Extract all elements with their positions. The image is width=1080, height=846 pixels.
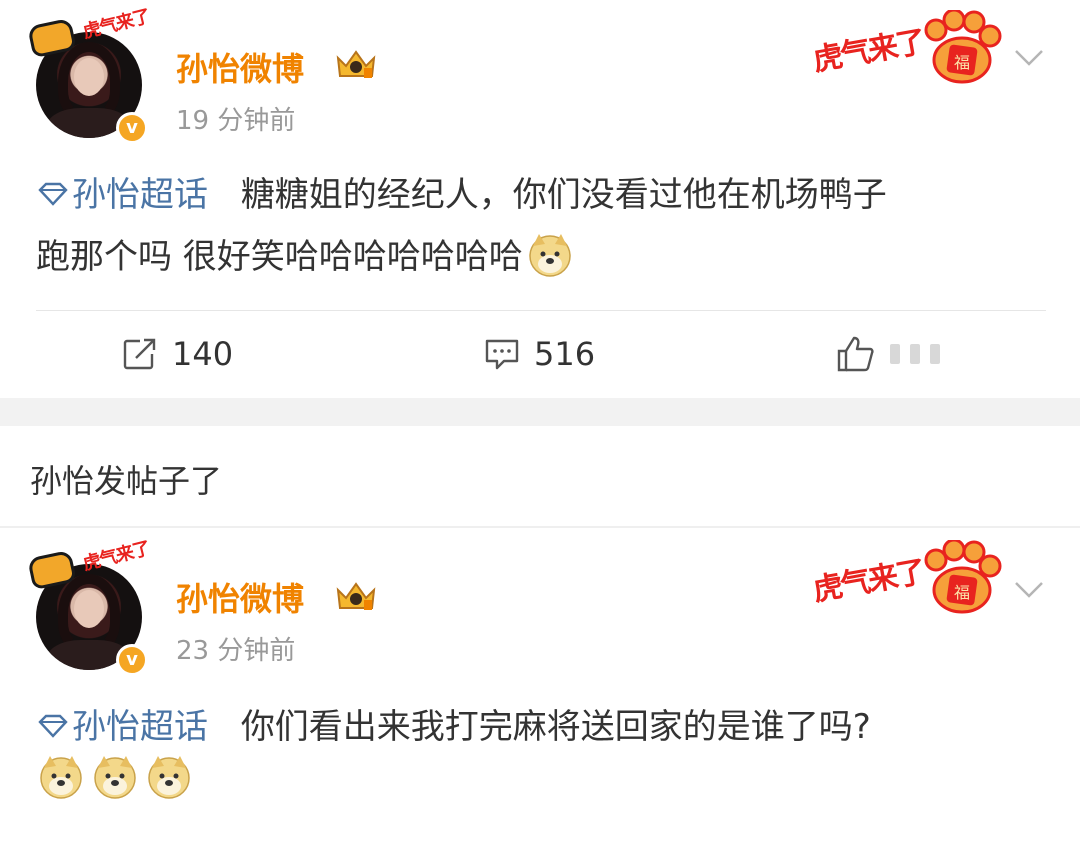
post-time: 19 分钟前: [176, 106, 296, 136]
like-icon: [837, 336, 874, 372]
repost-button[interactable]: 140: [122, 324, 233, 384]
comment-icon: [485, 339, 519, 370]
avatar-frame-decoration: 虎气来了: [27, 4, 152, 60]
crown-icon: [336, 50, 376, 78]
repost-count: 140: [172, 335, 234, 373]
tiger-icon: [27, 549, 77, 591]
doge-emoji: [40, 756, 82, 799]
repost-icon: [123, 338, 156, 370]
avatar-frame-decoration: 虎气来了: [27, 536, 152, 592]
decor-text: 虎气来了: [810, 24, 927, 79]
chevron-down-icon[interactable]: [1014, 580, 1044, 600]
verified-badge-icon: v: [116, 112, 148, 144]
post-text-line1: 糖糖姐的经纪人，你们没看过他在机场鸭子: [240, 175, 887, 215]
tiger-paw-icon: 福: [924, 540, 1002, 614]
section-title: 孙怡发帖子了: [30, 462, 223, 500]
topic-label: 孙怡超话: [72, 707, 208, 747]
like-count-hidden: [890, 344, 940, 364]
comment-count: 516: [534, 335, 596, 373]
post-content: 孙怡超话 糖糖姐的经纪人，你们没看过他在机场鸭子 跑那个吗 很好笑哈哈哈哈哈哈哈: [36, 164, 1046, 288]
avatar-frame-label: 虎气来了: [80, 6, 152, 43]
doge-emoji: [148, 756, 190, 799]
topic-label: 孙怡超话: [72, 175, 208, 215]
author-name[interactable]: 孙怡微博: [176, 574, 304, 620]
post-text-line2: 跑那个吗 很好笑哈哈哈哈哈哈哈: [36, 237, 523, 277]
weibo-post: 虎气来了 v 孙怡微博 23 分钟前 虎气来了 福 孙怡超话 你们看出来我打完麻…: [0, 528, 1080, 846]
header-decoration: 虎气来了 福: [810, 4, 1002, 84]
svg-text:福: 福: [954, 53, 970, 72]
diamond-topic-icon: [38, 182, 68, 206]
post-text-line1: 你们看出来我打完麻将送回家的是谁了吗?: [240, 707, 871, 747]
topic-link[interactable]: 孙怡超话: [36, 707, 208, 747]
chevron-down-icon[interactable]: [1014, 48, 1044, 68]
action-bar: 140 516: [0, 324, 1080, 384]
crown-icon: [336, 582, 376, 610]
verified-badge-icon: v: [116, 644, 148, 676]
decor-text: 虎气来了: [810, 554, 927, 609]
topic-link[interactable]: 孙怡超话: [36, 175, 208, 215]
post-content: 孙怡超话 你们看出来我打完麻将送回家的是谁了吗?: [36, 696, 1046, 758]
header-decoration: 虎气来了 福: [810, 534, 1002, 614]
tiger-paw-icon: 福: [924, 10, 1002, 84]
divider: [36, 310, 1046, 311]
comment-button[interactable]: 516: [484, 324, 595, 384]
emoji-row: [38, 756, 200, 804]
weibo-post: 虎气来了 v 孙怡微博 19 分钟前 虎气来了 福 孙怡超话 糖糖姐的经纪人，你…: [0, 0, 1080, 398]
like-button[interactable]: [836, 324, 940, 384]
svg-text:福: 福: [954, 583, 970, 602]
author-name[interactable]: 孙怡微博: [176, 44, 304, 90]
doge-emoji: [529, 233, 571, 277]
diamond-topic-icon: [38, 714, 68, 738]
post-time: 23 分钟前: [176, 636, 296, 666]
tiger-icon: [27, 17, 77, 59]
avatar[interactable]: 虎气来了 v: [27, 536, 152, 676]
avatar[interactable]: 虎气来了 v: [27, 4, 152, 144]
doge-emoji: [94, 756, 136, 799]
avatar-frame-label: 虎气来了: [80, 538, 152, 575]
post-separator: [0, 398, 1080, 426]
